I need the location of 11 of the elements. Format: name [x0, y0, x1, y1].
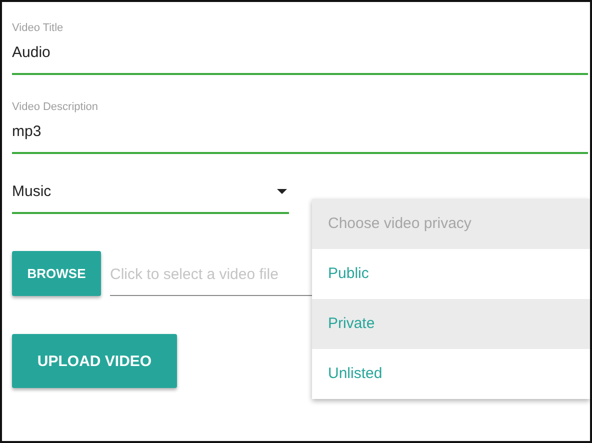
browse-button[interactable]: BROWSE — [12, 251, 101, 296]
caret-icon — [277, 189, 287, 194]
field-label: Video Title — [12, 22, 64, 34]
input-field[interactable]: mp3 — [12, 113, 588, 154]
menu-option[interactable]: Unlisted — [312, 349, 590, 399]
upload-button[interactable]: UPLOAD VIDEO — [12, 334, 177, 388]
disabled-option: Choose video privacy — [312, 199, 590, 249]
menu-option[interactable]: Private — [312, 299, 590, 349]
field-label: Video Description — [12, 101, 100, 113]
category-select[interactable]: Music — [12, 179, 289, 214]
input-field[interactable]: Audio — [12, 34, 588, 75]
